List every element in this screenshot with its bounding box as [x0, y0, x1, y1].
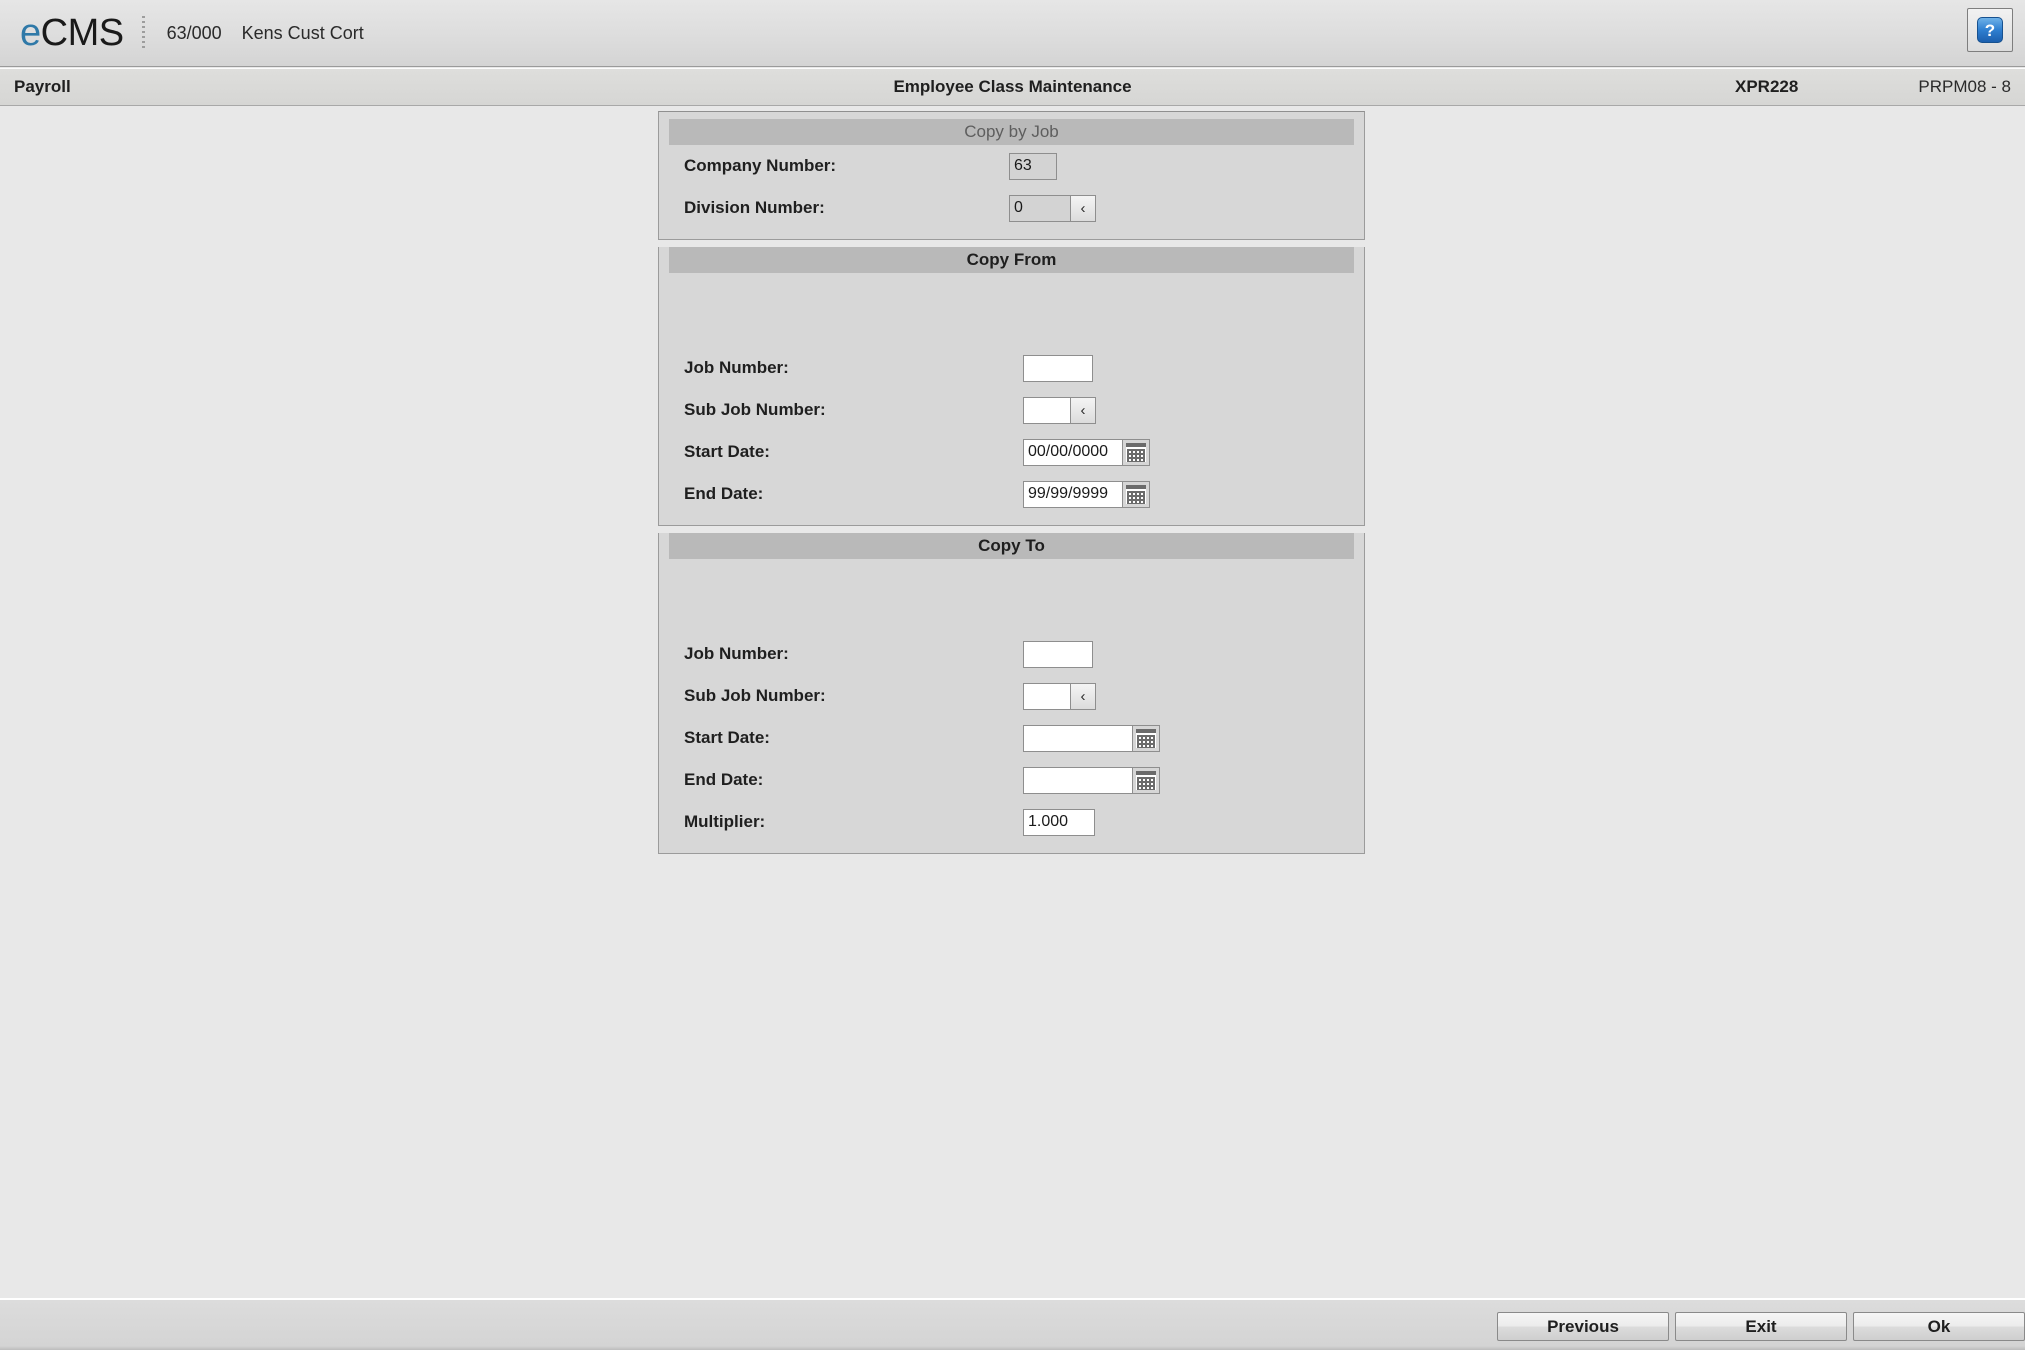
- company-name: Kens Cust Cort: [241, 22, 364, 43]
- copy-from-sub-job-number-input[interactable]: [1023, 396, 1071, 424]
- division-number-lookup-icon[interactable]: ‹: [1070, 194, 1096, 222]
- copy-from-start-date-calendar-icon[interactable]: [1122, 438, 1150, 466]
- logo-text-cms: CMS: [40, 11, 124, 54]
- work-area: Copy by Job Company Number: Division Num…: [0, 107, 2025, 1298]
- copy-from-end-date-input[interactable]: [1023, 480, 1123, 508]
- copy-to-start-date-label: Start Date:: [684, 728, 770, 747]
- panel-copy-by-job: Copy by Job Company Number: Division Num…: [658, 111, 1365, 240]
- page-title: Employee Class Maintenance: [893, 77, 1132, 96]
- panel-copy-to-body: Job Number: Sub Job Number: ‹ Start Date…: [659, 559, 1364, 853]
- copy-to-multiplier-input[interactable]: [1023, 808, 1095, 836]
- ok-button[interactable]: Ok: [1853, 1312, 2025, 1341]
- calendar-icon: [1126, 484, 1146, 504]
- panel-copy-by-job-body: Company Number: Division Number: ‹: [659, 145, 1364, 239]
- copy-to-sub-job-number-input[interactable]: [1023, 682, 1071, 710]
- panel-copy-from-body: Job Number: Sub Job Number: ‹ Start Date…: [659, 273, 1364, 525]
- copy-to-job-number-input[interactable]: [1023, 640, 1093, 668]
- help-button[interactable]: ?: [1967, 8, 2013, 52]
- field-row-copy-from-start-date: Start Date:: [659, 431, 1364, 473]
- copy-from-end-date-control: [1023, 480, 1150, 508]
- field-row-copy-from-sub-job-number: Sub Job Number: ‹: [659, 389, 1364, 431]
- copy-to-start-date-control: [1023, 724, 1160, 752]
- company-number-input[interactable]: [1009, 152, 1057, 180]
- previous-button[interactable]: Previous: [1497, 1312, 1669, 1341]
- copy-to-start-date-input[interactable]: [1023, 724, 1133, 752]
- copy-to-end-date-calendar-icon[interactable]: [1132, 766, 1160, 794]
- copy-to-end-date-control: [1023, 766, 1160, 794]
- copy-to-multiplier-control: [1023, 808, 1095, 836]
- calendar-icon: [1126, 442, 1146, 462]
- copy-to-spacer: [659, 559, 1364, 633]
- company-code: 63/000: [166, 22, 222, 43]
- screen-header-bar: Payroll Employee Class Maintenance XPR22…: [0, 68, 2025, 106]
- copy-from-job-number-input[interactable]: [1023, 354, 1093, 382]
- company-number-control: [1009, 152, 1057, 180]
- copy-from-job-number-label: Job Number:: [684, 358, 789, 377]
- field-row-copy-from-end-date: End Date:: [659, 473, 1364, 515]
- session-id: PRPM08 - 8: [1918, 77, 2011, 96]
- copy-from-sub-job-number-label: Sub Job Number:: [684, 400, 826, 419]
- copy-to-multiplier-label: Multiplier:: [684, 812, 766, 831]
- copy-to-sub-job-number-control: ‹: [1023, 682, 1096, 710]
- copy-to-end-date-input[interactable]: [1023, 766, 1133, 794]
- question-mark-icon: ?: [1977, 17, 2003, 43]
- copy-from-job-number-control: [1023, 354, 1093, 382]
- field-row-copy-to-start-date: Start Date:: [659, 717, 1364, 759]
- copy-to-sub-job-number-label: Sub Job Number:: [684, 686, 826, 705]
- panel-copy-from-title: Copy From: [669, 247, 1354, 273]
- copy-from-start-date-label: Start Date:: [684, 442, 770, 461]
- division-number-input[interactable]: [1009, 194, 1071, 222]
- footer-button-group: Previous Exit Ok: [1497, 1312, 2025, 1341]
- calendar-icon: [1136, 770, 1156, 790]
- copy-by-job-form: Copy by Job Company Number: Division Num…: [658, 111, 1365, 854]
- copy-from-start-date-control: [1023, 438, 1150, 466]
- copy-from-start-date-input[interactable]: [1023, 438, 1123, 466]
- ecms-logo: eCMS: [20, 12, 124, 55]
- copy-from-end-date-label: End Date:: [684, 484, 764, 503]
- division-number-control: ‹: [1009, 194, 1096, 222]
- exit-button[interactable]: Exit: [1675, 1312, 1847, 1341]
- copy-to-job-number-label: Job Number:: [684, 644, 789, 663]
- program-id: XPR228: [1735, 77, 1799, 96]
- field-row-division-number: Division Number: ‹: [659, 187, 1364, 229]
- copy-from-spacer: [659, 273, 1364, 347]
- field-row-copy-to-multiplier: Multiplier:: [659, 801, 1364, 843]
- field-row-company-number: Company Number:: [659, 145, 1364, 187]
- copy-to-end-date-label: End Date:: [684, 770, 764, 789]
- logo-divider: [141, 16, 145, 50]
- copy-to-job-number-control: [1023, 640, 1093, 668]
- field-row-copy-to-sub-job-number: Sub Job Number: ‹: [659, 675, 1364, 717]
- copy-from-sub-job-lookup-icon[interactable]: ‹: [1070, 396, 1096, 424]
- footer-bar: Previous Exit Ok: [0, 1298, 2025, 1350]
- application-header: eCMS 63/000 Kens Cust Cort ?: [0, 0, 2025, 67]
- company-number-label: Company Number:: [684, 156, 837, 175]
- copy-to-start-date-calendar-icon[interactable]: [1132, 724, 1160, 752]
- copy-from-end-date-calendar-icon[interactable]: [1122, 480, 1150, 508]
- field-row-copy-to-job-number: Job Number:: [659, 633, 1364, 675]
- copy-to-sub-job-lookup-icon[interactable]: ‹: [1070, 682, 1096, 710]
- copy-from-sub-job-number-control: ‹: [1023, 396, 1096, 424]
- division-number-label: Division Number:: [684, 198, 825, 217]
- panel-copy-from: Copy From Job Number: Sub Job Number: ‹: [658, 247, 1365, 526]
- field-row-copy-from-job-number: Job Number:: [659, 347, 1364, 389]
- panel-copy-by-job-title: Copy by Job: [669, 119, 1354, 145]
- panel-copy-to: Copy To Job Number: Sub Job Number: ‹ St…: [658, 533, 1365, 854]
- logo-text-e: e: [20, 11, 41, 54]
- field-row-copy-to-end-date: End Date:: [659, 759, 1364, 801]
- calendar-icon: [1136, 728, 1156, 748]
- panel-copy-to-title: Copy To: [669, 533, 1354, 559]
